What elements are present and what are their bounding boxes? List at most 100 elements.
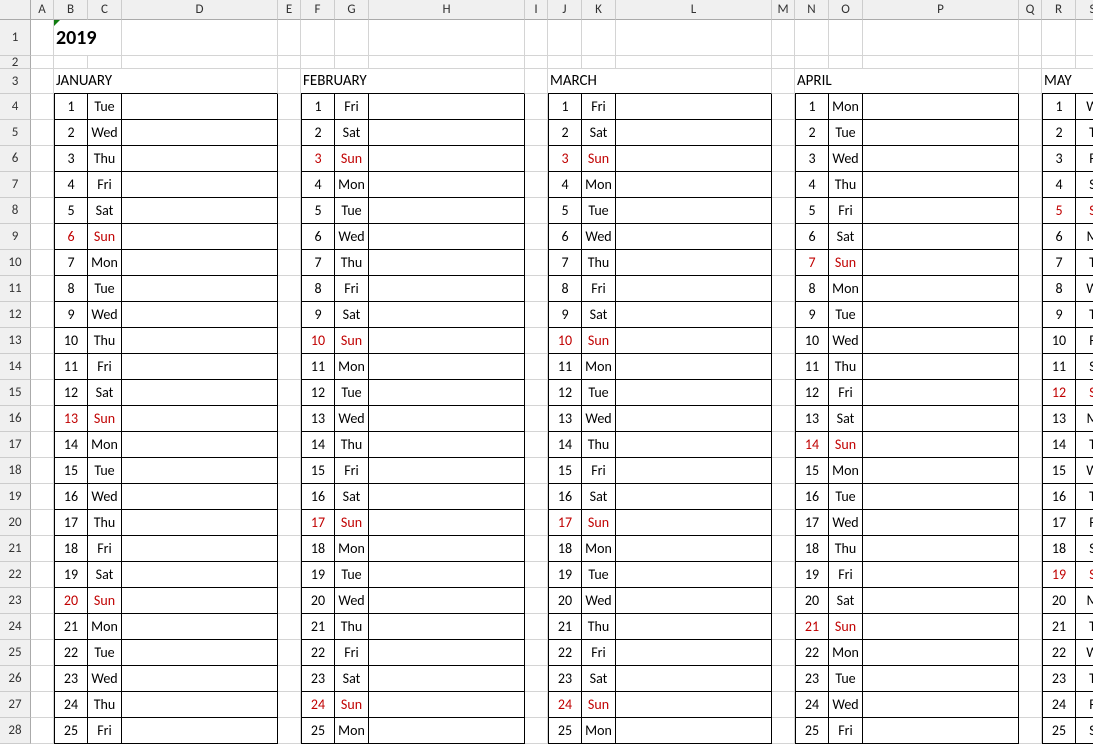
day-number[interactable]: 13	[1042, 406, 1076, 432]
day-name[interactable]: Sun	[829, 250, 863, 276]
day-note[interactable]	[122, 666, 278, 692]
day-note[interactable]	[616, 120, 772, 146]
day-note[interactable]	[863, 666, 1019, 692]
row-header-21[interactable]: 21	[0, 536, 31, 562]
column-header-C[interactable]: C	[88, 0, 122, 20]
day-number[interactable]: 14	[301, 432, 335, 458]
month-header-may[interactable]: MAY	[1042, 69, 1093, 94]
day-note[interactable]	[122, 146, 278, 172]
day-name[interactable]: Wed	[829, 328, 863, 354]
day-name[interactable]: Fri	[335, 94, 369, 120]
day-note[interactable]	[863, 172, 1019, 198]
day-number[interactable]: 9	[54, 302, 88, 328]
row-header-6[interactable]: 6	[0, 146, 31, 172]
day-number[interactable]: 18	[1042, 536, 1076, 562]
day-number[interactable]: 25	[54, 718, 88, 744]
day-number[interactable]: 13	[54, 406, 88, 432]
day-note[interactable]	[122, 120, 278, 146]
day-note[interactable]	[122, 692, 278, 718]
day-name[interactable]: M	[1076, 406, 1093, 432]
day-number[interactable]: 20	[1042, 588, 1076, 614]
day-name[interactable]: Mon	[88, 614, 122, 640]
day-name[interactable]: Tue	[582, 380, 616, 406]
row-header-15[interactable]: 15	[0, 380, 31, 406]
day-name[interactable]: M	[1076, 588, 1093, 614]
day-name[interactable]: Wed	[829, 146, 863, 172]
month-header-january[interactable]: JANUARY	[54, 69, 278, 94]
day-name[interactable]: Thu	[88, 146, 122, 172]
day-note[interactable]	[369, 406, 525, 432]
day-number[interactable]: 18	[301, 536, 335, 562]
day-note[interactable]	[863, 640, 1019, 666]
day-note[interactable]	[369, 354, 525, 380]
day-note[interactable]	[616, 250, 772, 276]
day-note[interactable]	[863, 614, 1019, 640]
day-note[interactable]	[369, 536, 525, 562]
day-name[interactable]: T	[1076, 120, 1093, 146]
day-number[interactable]: 7	[1042, 250, 1076, 276]
day-name[interactable]: Mon	[335, 536, 369, 562]
day-name[interactable]: Fri	[582, 458, 616, 484]
day-note[interactable]	[122, 250, 278, 276]
day-number[interactable]: 16	[795, 484, 829, 510]
day-name[interactable]: Sun	[829, 614, 863, 640]
day-note[interactable]	[369, 120, 525, 146]
day-number[interactable]: 6	[301, 224, 335, 250]
day-note[interactable]	[616, 510, 772, 536]
day-number[interactable]: 17	[301, 510, 335, 536]
column-header-B[interactable]: B	[54, 0, 88, 20]
day-number[interactable]: 17	[548, 510, 582, 536]
month-header-april[interactable]: APRIL	[795, 69, 1019, 94]
day-number[interactable]: 24	[548, 692, 582, 718]
day-name[interactable]: Sat	[335, 120, 369, 146]
day-note[interactable]	[863, 250, 1019, 276]
day-name[interactable]: Wed	[88, 666, 122, 692]
day-note[interactable]	[122, 328, 278, 354]
day-name[interactable]: M	[1076, 224, 1093, 250]
day-number[interactable]: 20	[795, 588, 829, 614]
column-header-E[interactable]: E	[278, 0, 301, 20]
day-name[interactable]: Sun	[88, 406, 122, 432]
day-number[interactable]: 2	[54, 120, 88, 146]
day-note[interactable]	[863, 354, 1019, 380]
day-note[interactable]	[122, 380, 278, 406]
row-header-13[interactable]: 13	[0, 328, 31, 354]
day-name[interactable]: Wed	[829, 510, 863, 536]
day-name[interactable]: Fri	[88, 718, 122, 744]
day-note[interactable]	[122, 640, 278, 666]
day-name[interactable]: Thu	[335, 614, 369, 640]
column-header-Q[interactable]: Q	[1019, 0, 1042, 20]
day-name[interactable]: F	[1076, 146, 1093, 172]
day-number[interactable]: 3	[548, 146, 582, 172]
day-note[interactable]	[369, 432, 525, 458]
day-number[interactable]: 11	[1042, 354, 1076, 380]
day-note[interactable]	[369, 718, 525, 744]
day-number[interactable]: 5	[54, 198, 88, 224]
day-note[interactable]	[616, 354, 772, 380]
day-name[interactable]: Mon	[88, 432, 122, 458]
day-number[interactable]: 1	[1042, 94, 1076, 120]
day-name[interactable]: Wed	[582, 224, 616, 250]
column-header-G[interactable]: G	[335, 0, 369, 20]
day-number[interactable]: 25	[548, 718, 582, 744]
day-name[interactable]: Tue	[88, 640, 122, 666]
day-name[interactable]: Fri	[582, 276, 616, 302]
day-name[interactable]: S	[1076, 380, 1093, 406]
column-header-H[interactable]: H	[369, 0, 525, 20]
day-name[interactable]: S	[1076, 198, 1093, 224]
row-header-24[interactable]: 24	[0, 614, 31, 640]
day-name[interactable]: Thu	[335, 250, 369, 276]
day-note[interactable]	[616, 276, 772, 302]
day-name[interactable]: Mon	[582, 354, 616, 380]
day-name[interactable]: Sat	[829, 588, 863, 614]
day-name[interactable]: Mon	[335, 172, 369, 198]
row-header-28[interactable]: 28	[0, 718, 31, 744]
day-name[interactable]: Fri	[582, 640, 616, 666]
day-number[interactable]: 23	[1042, 666, 1076, 692]
day-number[interactable]: 23	[795, 666, 829, 692]
day-name[interactable]: Tue	[335, 198, 369, 224]
row-header-16[interactable]: 16	[0, 406, 31, 432]
day-name[interactable]: Sun	[88, 588, 122, 614]
day-number[interactable]: 15	[795, 458, 829, 484]
day-name[interactable]: Sat	[582, 666, 616, 692]
